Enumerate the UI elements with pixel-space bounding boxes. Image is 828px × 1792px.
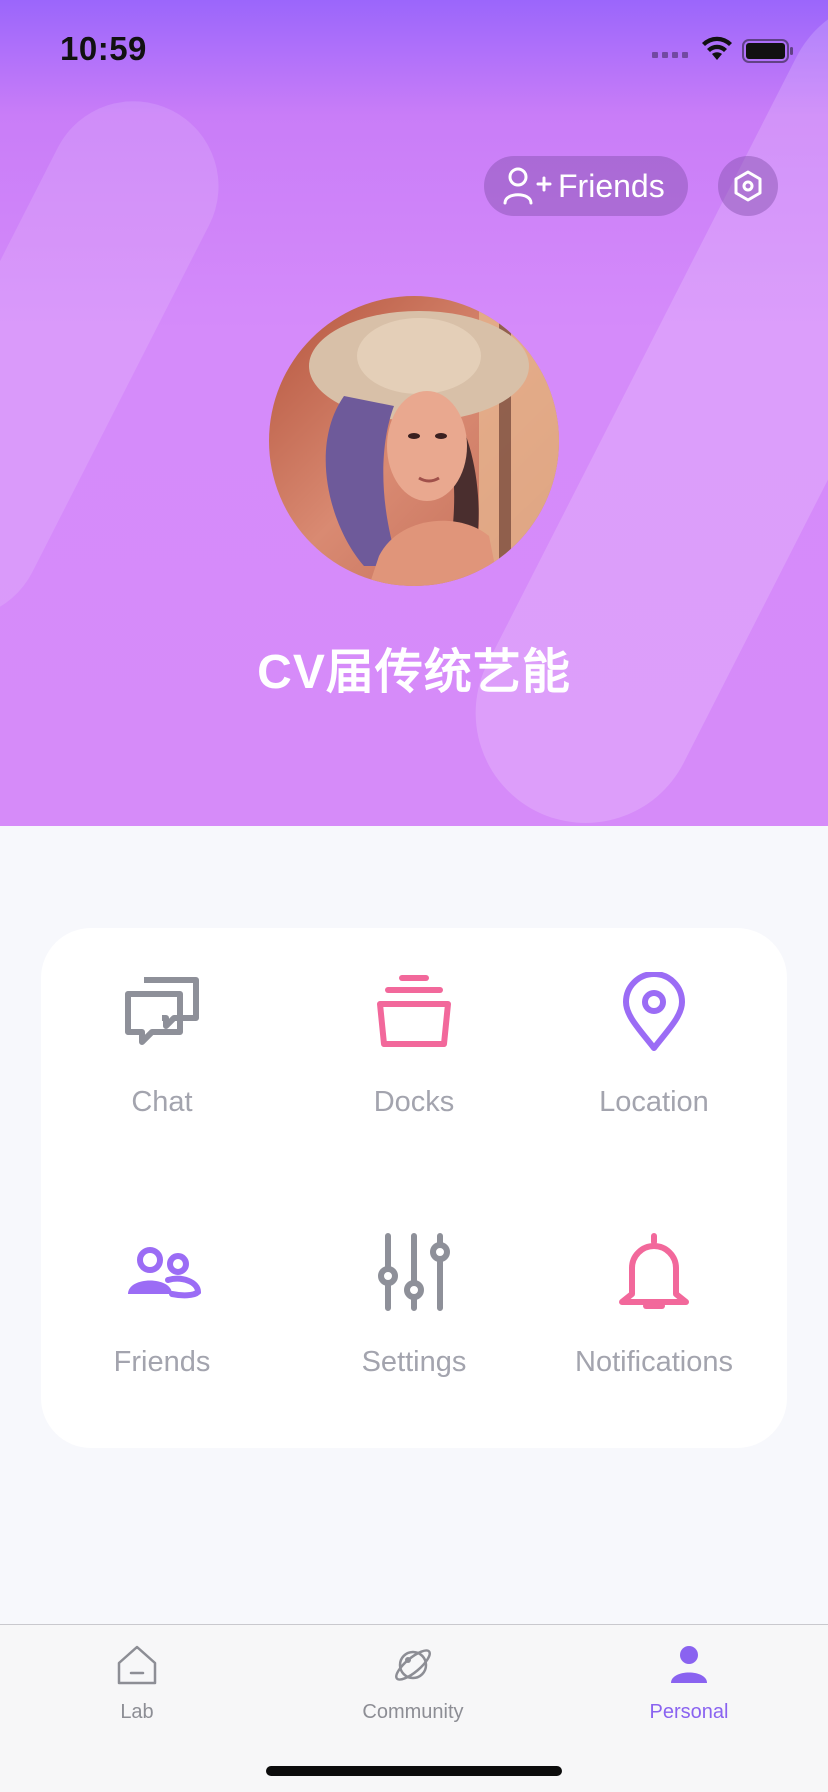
- settings-button[interactable]: [718, 156, 778, 216]
- menu-item-friends[interactable]: Friends: [42, 1188, 282, 1388]
- decorative-stripe: [0, 71, 248, 649]
- battery-icon: [742, 39, 793, 63]
- username: CV届传统艺能: [257, 646, 571, 699]
- menu-item-label: Docks: [373, 1086, 455, 1118]
- home-indicator[interactable]: [266, 1766, 562, 1776]
- map-pin-icon: [623, 972, 685, 1051]
- tab-community[interactable]: Community: [333, 1643, 493, 1733]
- menu-item-label: Settings: [361, 1346, 467, 1378]
- profile-header: 10:59 Friends CV届传统艺能: [0, 0, 828, 826]
- people-icon: [128, 1247, 202, 1299]
- wifi-icon: [702, 36, 732, 60]
- hexagon-settings-icon: [734, 170, 762, 202]
- tab-label: Personal: [649, 1701, 729, 1723]
- stack-box-icon: [377, 975, 451, 1047]
- tab-label: Community: [362, 1701, 464, 1723]
- add-person-icon: [503, 167, 552, 205]
- bell-icon: [619, 1233, 689, 1309]
- avatar[interactable]: [269, 296, 559, 586]
- status-time: 10:59: [60, 30, 147, 67]
- house-icon: [117, 1645, 157, 1685]
- menu-item-chat[interactable]: Chat: [42, 928, 282, 1128]
- add-friends-button[interactable]: Friends: [484, 156, 688, 216]
- tab-lab[interactable]: Lab: [57, 1643, 217, 1733]
- menu-item-label: Location: [599, 1086, 709, 1118]
- sliders-icon: [378, 1233, 450, 1311]
- menu-item-location[interactable]: Location: [534, 928, 774, 1128]
- menu-item-label: Notifications: [575, 1346, 733, 1378]
- add-friends-label: Friends: [558, 167, 665, 204]
- menu-item-notifications[interactable]: Notifications: [534, 1188, 774, 1388]
- status-bar: 10:59: [0, 0, 828, 100]
- menu-item-label: Friends: [113, 1346, 211, 1378]
- menu-card: Chat Docks Location Friends Settings Not…: [41, 928, 787, 1448]
- chat-bubbles-icon: [125, 977, 199, 1045]
- menu-item-label: Chat: [131, 1086, 193, 1118]
- tab-personal[interactable]: Personal: [609, 1643, 769, 1733]
- tab-label: Lab: [120, 1701, 154, 1723]
- avatar-photo: [269, 296, 559, 586]
- menu-item-docks[interactable]: Docks: [294, 928, 534, 1128]
- cellular-signal-icon: [652, 52, 688, 58]
- person-icon: [671, 1646, 707, 1683]
- planet-icon: [395, 1649, 431, 1681]
- menu-item-settings[interactable]: Settings: [294, 1188, 534, 1388]
